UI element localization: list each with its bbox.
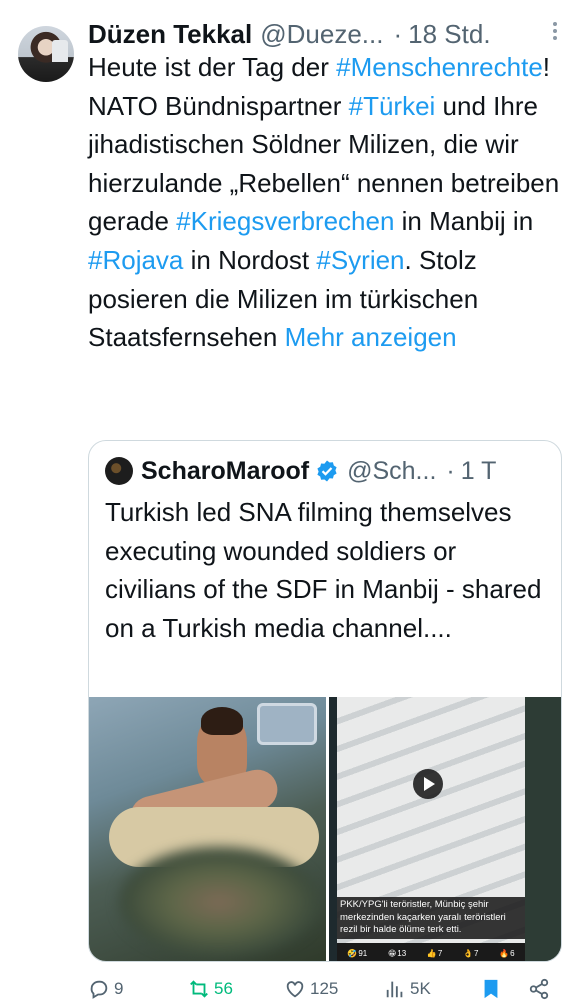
more-vertical-icon[interactable] — [552, 20, 558, 48]
quote-header: ScharoMaroof @Sch... · 1 T — [105, 455, 545, 487]
heart-icon — [286, 981, 304, 998]
play-icon[interactable] — [413, 769, 443, 799]
tweet-text-segment: ! — [542, 52, 551, 82]
tweet-text-segment: Heute ist der Tag der — [88, 52, 337, 82]
views-button[interactable]: 5K — [384, 978, 431, 1000]
quote-author-handle[interactable]: @Sch... — [347, 457, 436, 486]
reaction-item: 😁 13 — [387, 948, 407, 958]
action-bar: 9 56 125 5K — [88, 975, 558, 1000]
author-handle[interactable]: @Dueze... — [260, 19, 383, 50]
reply-button[interactable]: 9 — [88, 978, 123, 1000]
reaction-item: 👍 7 — [426, 948, 443, 958]
show-more-link[interactable]: Mehr anzeigen — [285, 322, 457, 352]
quote-separator-dot: · — [446, 456, 455, 485]
timestamp[interactable]: 18 Std. — [408, 19, 490, 50]
separator-dot: · — [393, 18, 403, 49]
video-caption: PKK/YPG'li teröristler, Münbiç şehir mer… — [337, 897, 525, 939]
quote-timestamp[interactable]: 1 T — [461, 457, 497, 486]
hashtag-link[interactable]: #Kriegsverbrechen — [176, 206, 394, 236]
hashtag-link[interactable]: #Syrien — [316, 245, 404, 275]
tweet-text-segment: in Nordost — [183, 244, 317, 275]
quote-avatar[interactable] — [105, 457, 133, 485]
tweet-text-segment: in Manbij in — [394, 206, 534, 237]
share-button[interactable] — [528, 978, 550, 1000]
views-count: 5K — [410, 979, 431, 998]
reply-count: 9 — [114, 979, 124, 998]
share-icon — [529, 978, 549, 1000]
like-count: 125 — [310, 979, 339, 998]
reaction-item: 🤣 91 — [347, 948, 368, 958]
media-video-right[interactable]: PKK/YPG'li teröristler, Münbiç şehir mer… — [329, 697, 561, 961]
hashtag-link[interactable]: #Türkei — [349, 91, 436, 121]
tweet-header: Düzen Tekkal @Dueze... · 18 Std. — [88, 18, 568, 50]
repost-button[interactable]: 56 — [188, 978, 233, 1000]
repost-count: 56 — [214, 979, 233, 998]
blurred-region — [119, 847, 319, 957]
verified-badge-icon — [317, 460, 337, 482]
author-name[interactable]: Düzen Tekkal — [88, 19, 252, 50]
hashtag-link[interactable]: #Menschenrechte — [336, 52, 543, 82]
bookmark-button[interactable] — [480, 978, 502, 1000]
repost-icon — [190, 980, 208, 998]
quote-media: PKK/YPG'li teröristler, Münbiç şehir mer… — [89, 697, 561, 961]
views-chart-icon — [386, 981, 403, 998]
like-button[interactable]: 125 — [284, 978, 338, 1000]
media-image-left[interactable] — [89, 697, 326, 961]
author-avatar[interactable] — [18, 26, 74, 82]
reply-icon — [90, 980, 108, 999]
reaction-item: 👌 7 — [463, 948, 479, 958]
video-reactions: 🤣 91 😁 13 👍 7 👌 7 🔥 6 — [337, 943, 525, 961]
tweet-text-segment: NATO Bündnispartner — [88, 90, 349, 121]
tweet-text: Heute ist der Tag der #Menschenrechte! NA… — [88, 48, 568, 357]
quoted-tweet[interactable]: ScharoMaroof @Sch... · 1 T Turkish led S… — [88, 440, 562, 962]
quote-text: Turkish led SNA filming themselves execu… — [105, 497, 542, 643]
reaction-item: 🔥 6 — [499, 948, 515, 958]
bookmark-icon — [484, 979, 498, 999]
hashtag-link[interactable]: #Rojava — [88, 245, 183, 275]
quote-author-name[interactable]: ScharoMaroof — [141, 457, 309, 486]
